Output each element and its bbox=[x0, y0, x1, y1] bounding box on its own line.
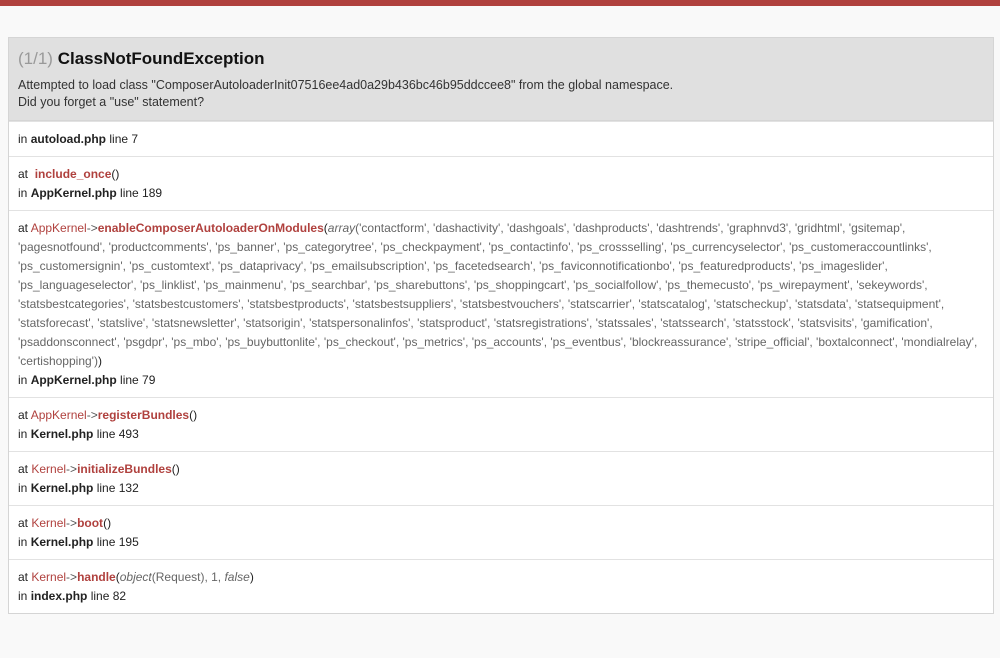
at-label: at bbox=[18, 408, 29, 422]
file-name: AppKernel.php bbox=[30, 186, 117, 200]
exception-count: (1/1) bbox=[18, 49, 53, 68]
arg-values: ('contactform', 'dashactivity', 'dashgoa… bbox=[18, 221, 978, 368]
exception-message-line2: Did you forget a "use" statement? bbox=[18, 95, 205, 109]
file-name: autoload.php bbox=[30, 132, 107, 146]
frame-call: at AppKernel->enableComposerAutoloaderOn… bbox=[18, 219, 984, 371]
arg-type: array bbox=[327, 221, 356, 235]
arrow: -> bbox=[86, 221, 98, 235]
class-name: AppKernel bbox=[30, 408, 87, 422]
arg-bool: false bbox=[224, 570, 250, 584]
file-name: Kernel.php bbox=[30, 535, 94, 549]
class-name: AppKernel bbox=[30, 221, 87, 235]
line-number: line 82 bbox=[90, 589, 127, 603]
line-number: line 79 bbox=[120, 373, 156, 387]
arrow: -> bbox=[66, 462, 78, 476]
trace-frame: at Kernel->handle(object(Request), 1, fa… bbox=[9, 559, 993, 613]
frame-location: in AppKernel.php line 189 bbox=[18, 184, 984, 203]
paren-close: ) bbox=[107, 516, 112, 530]
class-name: Kernel bbox=[31, 570, 67, 584]
in-label: in bbox=[18, 535, 28, 549]
frame-call: at Kernel->handle(object(Request), 1, fa… bbox=[18, 568, 984, 587]
function-name: boot bbox=[77, 516, 104, 530]
trace-frame: at AppKernel->registerBundles() in Kerne… bbox=[9, 397, 993, 451]
arguments: array('contactform', 'dashactivity', 'da… bbox=[18, 221, 977, 368]
function-name: registerBundles bbox=[97, 408, 190, 422]
in-label: in bbox=[18, 186, 28, 200]
arg-values: (Request), 1, bbox=[151, 570, 225, 584]
frame-call: at Kernel->boot() bbox=[18, 514, 984, 533]
paren-close: ) bbox=[193, 408, 198, 422]
exception-header: (1/1) ClassNotFoundException Attempted t… bbox=[9, 38, 993, 121]
paren-close: ) bbox=[249, 570, 254, 584]
at-label: at bbox=[18, 516, 29, 530]
trace-frame: at Kernel->boot() in Kernel.php line 195 bbox=[9, 505, 993, 559]
function-name: enableComposerAutoloaderOnModules bbox=[97, 221, 324, 235]
file-name: Kernel.php bbox=[30, 427, 94, 441]
frame-location: in AppKernel.php line 79 bbox=[18, 371, 984, 390]
function-name: include_once bbox=[34, 167, 112, 181]
class-name: Kernel bbox=[31, 462, 67, 476]
exception-message-line1: Attempted to load class "ComposerAutoloa… bbox=[18, 78, 674, 92]
in-label: in bbox=[18, 373, 28, 387]
at-label: at bbox=[18, 167, 29, 181]
class-name: Kernel bbox=[31, 516, 67, 530]
arrow: -> bbox=[86, 408, 98, 422]
frame-location: in Kernel.php line 493 bbox=[18, 425, 984, 444]
arrow: -> bbox=[66, 516, 78, 530]
at-label: at bbox=[18, 462, 29, 476]
paren-close: ) bbox=[97, 354, 102, 368]
line-number: line 195 bbox=[96, 535, 139, 549]
function-name: handle bbox=[77, 570, 116, 584]
trace-frame: at include_once() in AppKernel.php line … bbox=[9, 156, 993, 210]
frame-location: in Kernel.php line 195 bbox=[18, 533, 984, 552]
frame-call: at AppKernel->registerBundles() bbox=[18, 406, 984, 425]
frame-location: in index.php line 82 bbox=[18, 587, 984, 606]
in-label: in bbox=[18, 427, 28, 441]
file-name: AppKernel.php bbox=[30, 373, 117, 387]
exception-message: Attempted to load class "ComposerAutoloa… bbox=[18, 77, 984, 111]
line-number: line 189 bbox=[120, 186, 163, 200]
exception-class: ClassNotFoundException bbox=[57, 49, 265, 68]
frame-location: in Kernel.php line 132 bbox=[18, 479, 984, 498]
in-label: in bbox=[18, 589, 28, 603]
arrow: -> bbox=[66, 570, 78, 584]
at-label: at bbox=[18, 570, 29, 584]
top-accent-bar bbox=[0, 0, 1000, 6]
in-label: in bbox=[18, 132, 28, 146]
at-label: at bbox=[18, 221, 29, 235]
frame-location: in autoload.php line 7 bbox=[18, 130, 984, 149]
file-name: Kernel.php bbox=[30, 481, 94, 495]
exception-panel: (1/1) ClassNotFoundException Attempted t… bbox=[8, 37, 994, 614]
trace-frame: in autoload.php line 7 bbox=[9, 121, 993, 156]
frame-call: at Kernel->initializeBundles() bbox=[18, 460, 984, 479]
frame-call: at include_once() bbox=[18, 165, 984, 184]
in-label: in bbox=[18, 481, 28, 495]
arg-type: object bbox=[119, 570, 152, 584]
trace-frame: at AppKernel->enableComposerAutoloaderOn… bbox=[9, 210, 993, 397]
arguments: object(Request), 1, false bbox=[120, 570, 250, 584]
exception-title: (1/1) ClassNotFoundException bbox=[18, 48, 984, 70]
line-number: line 493 bbox=[96, 427, 139, 441]
trace-frame: at Kernel->initializeBundles() in Kernel… bbox=[9, 451, 993, 505]
line-number: line 7 bbox=[109, 132, 139, 146]
paren-close: ) bbox=[175, 462, 180, 476]
file-name: index.php bbox=[30, 589, 88, 603]
function-name: initializeBundles bbox=[77, 462, 172, 476]
paren-close: ) bbox=[115, 167, 120, 181]
line-number: line 132 bbox=[96, 481, 139, 495]
